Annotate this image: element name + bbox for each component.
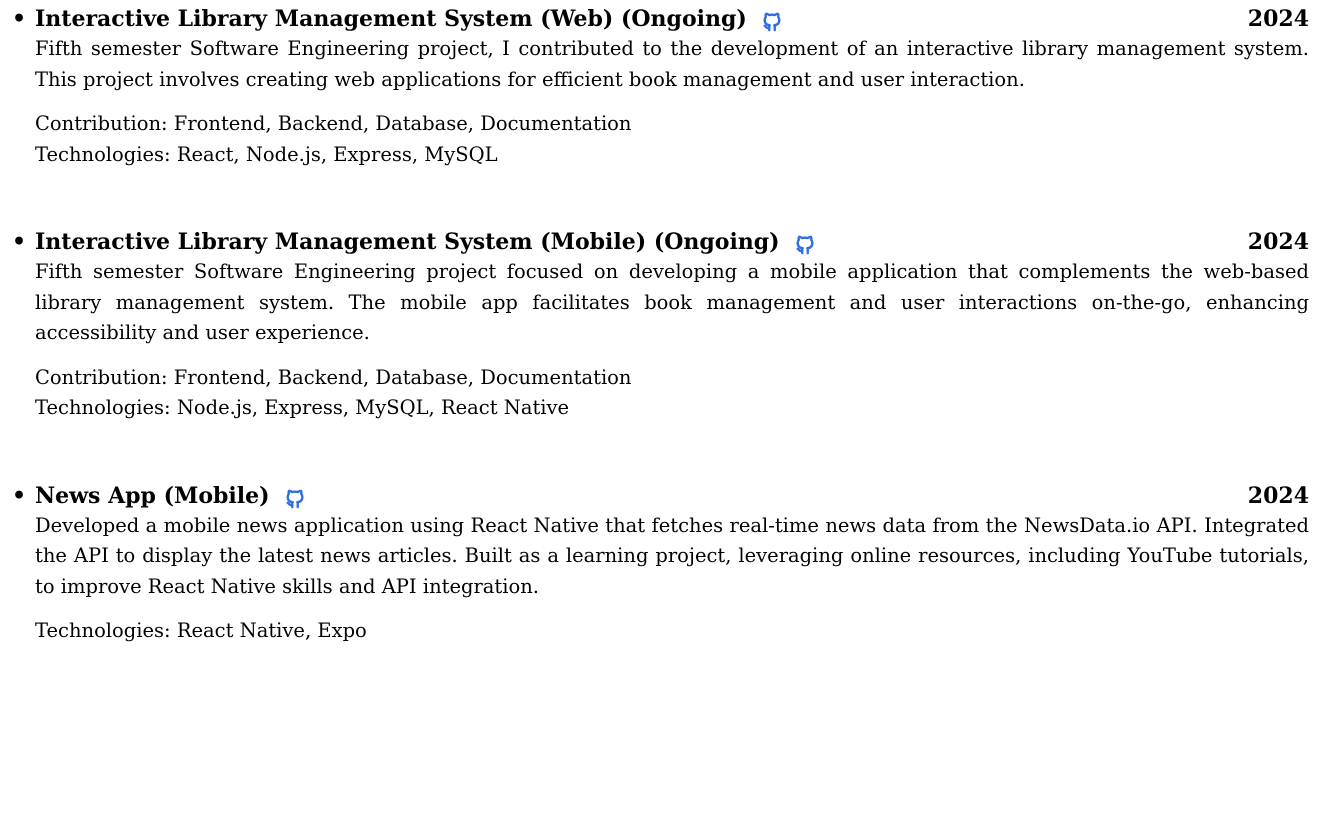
project-item: • Interactive Library Management System … xyxy=(12,4,1309,170)
projects-section: • Interactive Library Management System … xyxy=(0,0,1325,814)
project-title: Interactive Library Management System (W… xyxy=(35,6,747,32)
project-year: 2024 xyxy=(1247,482,1309,509)
project-description: Fifth semester Software Engineering proj… xyxy=(35,260,1309,344)
project-title-wrap: • Interactive Library Management System … xyxy=(12,4,783,34)
project-body: Fifth semester Software Engineering proj… xyxy=(35,34,1309,170)
project-header: • News App (Mobile) 2024 xyxy=(12,481,1309,511)
project-technologies: Technologies: Node.js, Express, MySQL, R… xyxy=(35,396,570,419)
project-contribution: Contribution: Frontend, Backend, Databas… xyxy=(35,365,632,389)
project-year: 2024 xyxy=(1247,229,1309,255)
project-meta: Contribution: Frontend, Backend, Databas… xyxy=(35,109,1309,170)
github-icon[interactable] xyxy=(761,10,783,32)
project-item: • Interactive Library Management System … xyxy=(12,227,1309,424)
github-icon[interactable] xyxy=(284,487,306,509)
project-title-wrap: • News App (Mobile) xyxy=(12,481,306,511)
project-body: Developed a mobile news application usin… xyxy=(35,511,1309,647)
bullet: • xyxy=(12,6,27,32)
project-year: 2024 xyxy=(1247,6,1309,32)
project-item: • News App (Mobile) 2024 Developed a mob… xyxy=(12,481,1309,647)
project-description: Developed a mobile news application usin… xyxy=(35,513,1309,598)
project-title-wrap: • Interactive Library Management System … xyxy=(12,227,816,257)
project-meta: Contribution: Frontend, Backend, Databas… xyxy=(35,363,1309,424)
project-technologies: Technologies: React, Node.js, Express, M… xyxy=(35,142,498,166)
github-icon[interactable] xyxy=(794,233,816,255)
bullet: • xyxy=(12,482,27,509)
project-header: • Interactive Library Management System … xyxy=(12,227,1309,257)
bullet: • xyxy=(12,229,27,255)
project-technologies: Technologies: React Native, Expo xyxy=(35,619,367,642)
project-body: Fifth semester Software Engineering proj… xyxy=(35,257,1309,424)
project-description: Fifth semester Software Engineering proj… xyxy=(35,37,1309,91)
project-title: News App (Mobile) xyxy=(35,482,270,509)
project-meta: Technologies: React Native, Expo xyxy=(35,616,1309,647)
project-contribution: Contribution: Frontend, Backend, Databas… xyxy=(35,112,632,135)
project-header: • Interactive Library Management System … xyxy=(12,4,1309,34)
project-title: Interactive Library Management System (M… xyxy=(35,229,780,255)
